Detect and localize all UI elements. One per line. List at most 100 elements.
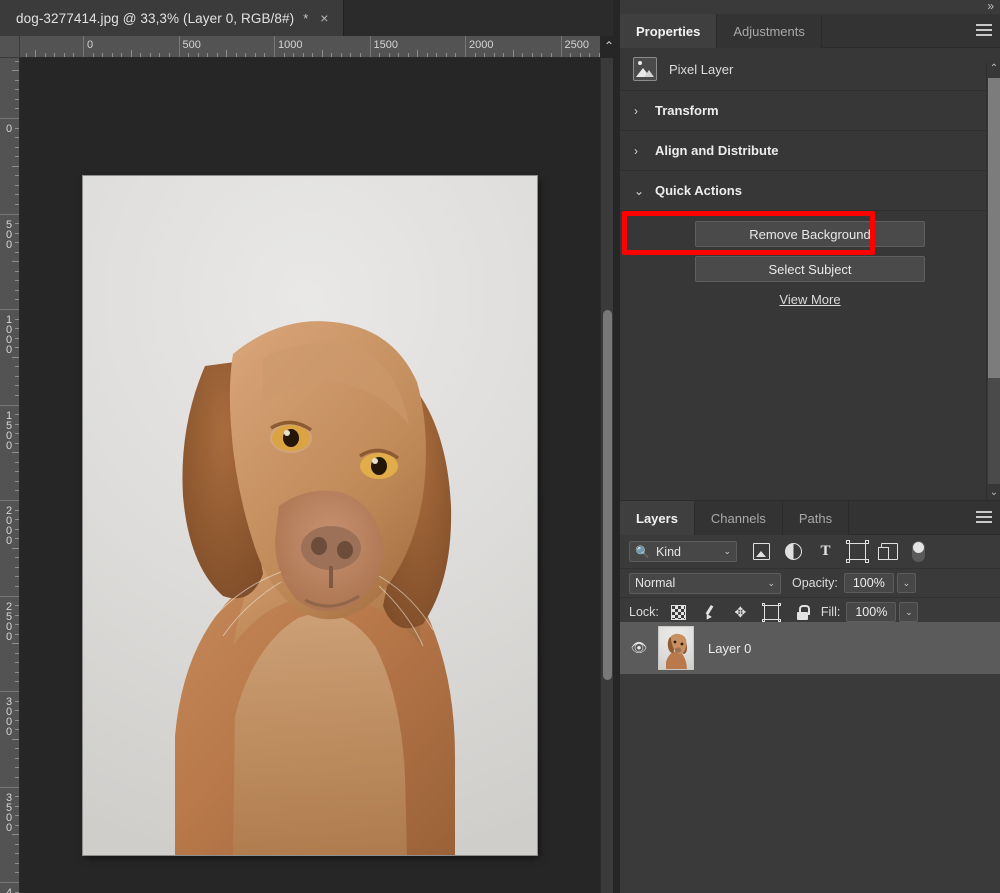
filter-toggle-switch[interactable] [912,541,925,562]
lock-artboard-icon[interactable] [761,602,781,622]
smart-object-filter-icon[interactable] [878,543,898,560]
layers-tab-strip: Layers Channels Paths [620,501,1000,535]
ruler-tick-minor [15,509,19,511]
layer-filter-kind-select[interactable]: 🔍 Kind ⌄ [629,541,737,562]
eye-icon[interactable]: 👁 [620,640,658,656]
canvas-vertical-scrollbar[interactable] [600,58,613,893]
fill-input[interactable]: 100% [846,602,897,622]
ruler-tick-minor [15,519,19,521]
ruler-label: 3000 [3,696,15,736]
ruler-tick-minor [15,347,19,349]
ruler-tick-minor [15,585,19,587]
ruler-tick-minor [73,53,75,57]
ruler-tick-minor [12,738,19,740]
ruler-tick-minor [512,50,514,57]
view-more-link[interactable]: View More [620,292,1000,307]
ruler-tick-minor [15,872,19,874]
ruler-tick-minor [63,53,65,57]
shape-filter-icon[interactable] [846,540,869,563]
tab-channels[interactable]: Channels [694,501,783,535]
tab-layers[interactable]: Layers [620,501,695,535]
ruler-corner [0,36,20,58]
properties-scrollbar[interactable]: ⌃ ⌄ [986,62,1000,500]
ruler-tick-minor [455,53,457,57]
ruler-tick-minor [15,566,19,568]
lock-icon-group: ✥ [670,602,810,622]
ruler-tick-minor [15,776,19,778]
tab-paths[interactable]: Paths [782,501,850,535]
ruler-tick-minor [35,50,37,57]
close-icon[interactable]: × [317,9,331,27]
layer-thumbnail[interactable] [658,626,694,670]
ruler-tick-minor [531,53,533,57]
ruler-tick-minor [15,490,19,492]
artboard[interactable] [83,176,537,855]
ruler-label: 2000 [469,39,494,51]
layer-filter-kind-label: Kind [655,544,681,559]
ruler-tick-minor [407,53,409,57]
type-filter-icon[interactable]: T [817,543,834,560]
scroll-up-icon[interactable]: ⌃ [987,62,1000,76]
remove-background-button[interactable]: Remove Background [695,221,925,247]
ruler-tick [0,786,19,788]
ruler-tick-minor [15,251,19,253]
opacity-dropdown-icon[interactable]: ⌄ [896,573,916,593]
adjustment-filter-icon[interactable] [785,543,802,560]
section-align-and-distribute[interactable]: › Align and Distribute [620,131,1000,171]
ruler-tick-minor [15,729,19,731]
canvas-viewport[interactable] [20,58,600,893]
ruler-tick-minor [149,53,151,57]
ruler-label: 2500 [564,39,589,51]
ruler-tick-minor [579,53,581,57]
ruler-tick-minor [15,442,19,444]
layer-name: Layer 0 [708,640,752,656]
ruler-tick-minor [340,53,342,57]
table-row[interactable]: 👁 Layer 0 [620,622,1000,674]
tab-adjustments[interactable]: Adjustments [717,14,822,48]
ruler-tick-minor [15,805,19,807]
fill-dropdown-icon[interactable]: ⌄ [899,602,919,622]
ruler-tick-minor [25,53,27,57]
lock-position-icon[interactable]: ✥ [733,604,748,620]
ruler-tick-minor [15,614,19,616]
pixel-filter-icon[interactable] [753,543,770,560]
document-tab[interactable]: dog-3277414.jpg @ 33,3% (Layer 0, RGB/8#… [0,0,345,36]
chevron-down-icon: ⌄ [634,183,645,198]
select-subject-button[interactable]: Select Subject [695,256,925,282]
lock-all-icon[interactable] [795,604,810,620]
properties-scroll-thumb[interactable] [988,78,1000,378]
chevron-right-icon: › [634,143,638,158]
horizontal-ruler[interactable]: 05001000150020002500300 [20,36,600,58]
ruler-label: 0 [3,123,15,133]
ruler-tick [0,118,19,119]
vertical-ruler[interactable]: 50005001000150020002500300035004000 [0,58,20,893]
opacity-input[interactable]: 100% [843,573,894,593]
chevron-down-icon: ⌄ [723,546,731,556]
canvas-scroll-thumb[interactable] [603,310,612,680]
ruler-tick-minor [445,53,447,57]
blend-mode-select[interactable]: Normal ⌄ [629,572,781,594]
properties-panel-menu-icon[interactable] [976,24,992,39]
ruler-tick-minor [15,146,19,148]
fill-label: Fill: [820,605,841,619]
tab-properties[interactable]: Properties [620,14,718,48]
ruler-label: 500 [3,218,15,249]
section-quick-actions[interactable]: ⌄ Quick Actions [620,171,1000,211]
ruler-tick-minor [12,834,19,836]
section-transform[interactable]: › Transform [620,91,1000,131]
lock-label: Lock: [629,605,659,619]
ruler-tick-minor [15,127,19,129]
lock-transparent-pixels-icon[interactable] [670,604,686,620]
layers-panel-menu-icon[interactable] [976,511,992,526]
ruler-tick-minor [312,53,314,57]
ruler-tick-minor [15,328,19,330]
ruler-tick [369,36,371,57]
lock-image-pixels-icon[interactable] [702,605,717,620]
document-tab-bar: dog-3277414.jpg @ 33,3% (Layer 0, RGB/8#… [0,0,620,36]
expand-panels-icon[interactable]: » [987,0,994,13]
scroll-down-icon[interactable]: ⌄ [987,486,1000,500]
ruler-tick-minor [541,53,543,57]
layers-panel: Layers Channels Paths 🔍 Kind ⌄ T Normal … [620,500,1000,893]
ruler-tick-minor [130,50,132,57]
ruler-tick-minor [15,652,19,654]
